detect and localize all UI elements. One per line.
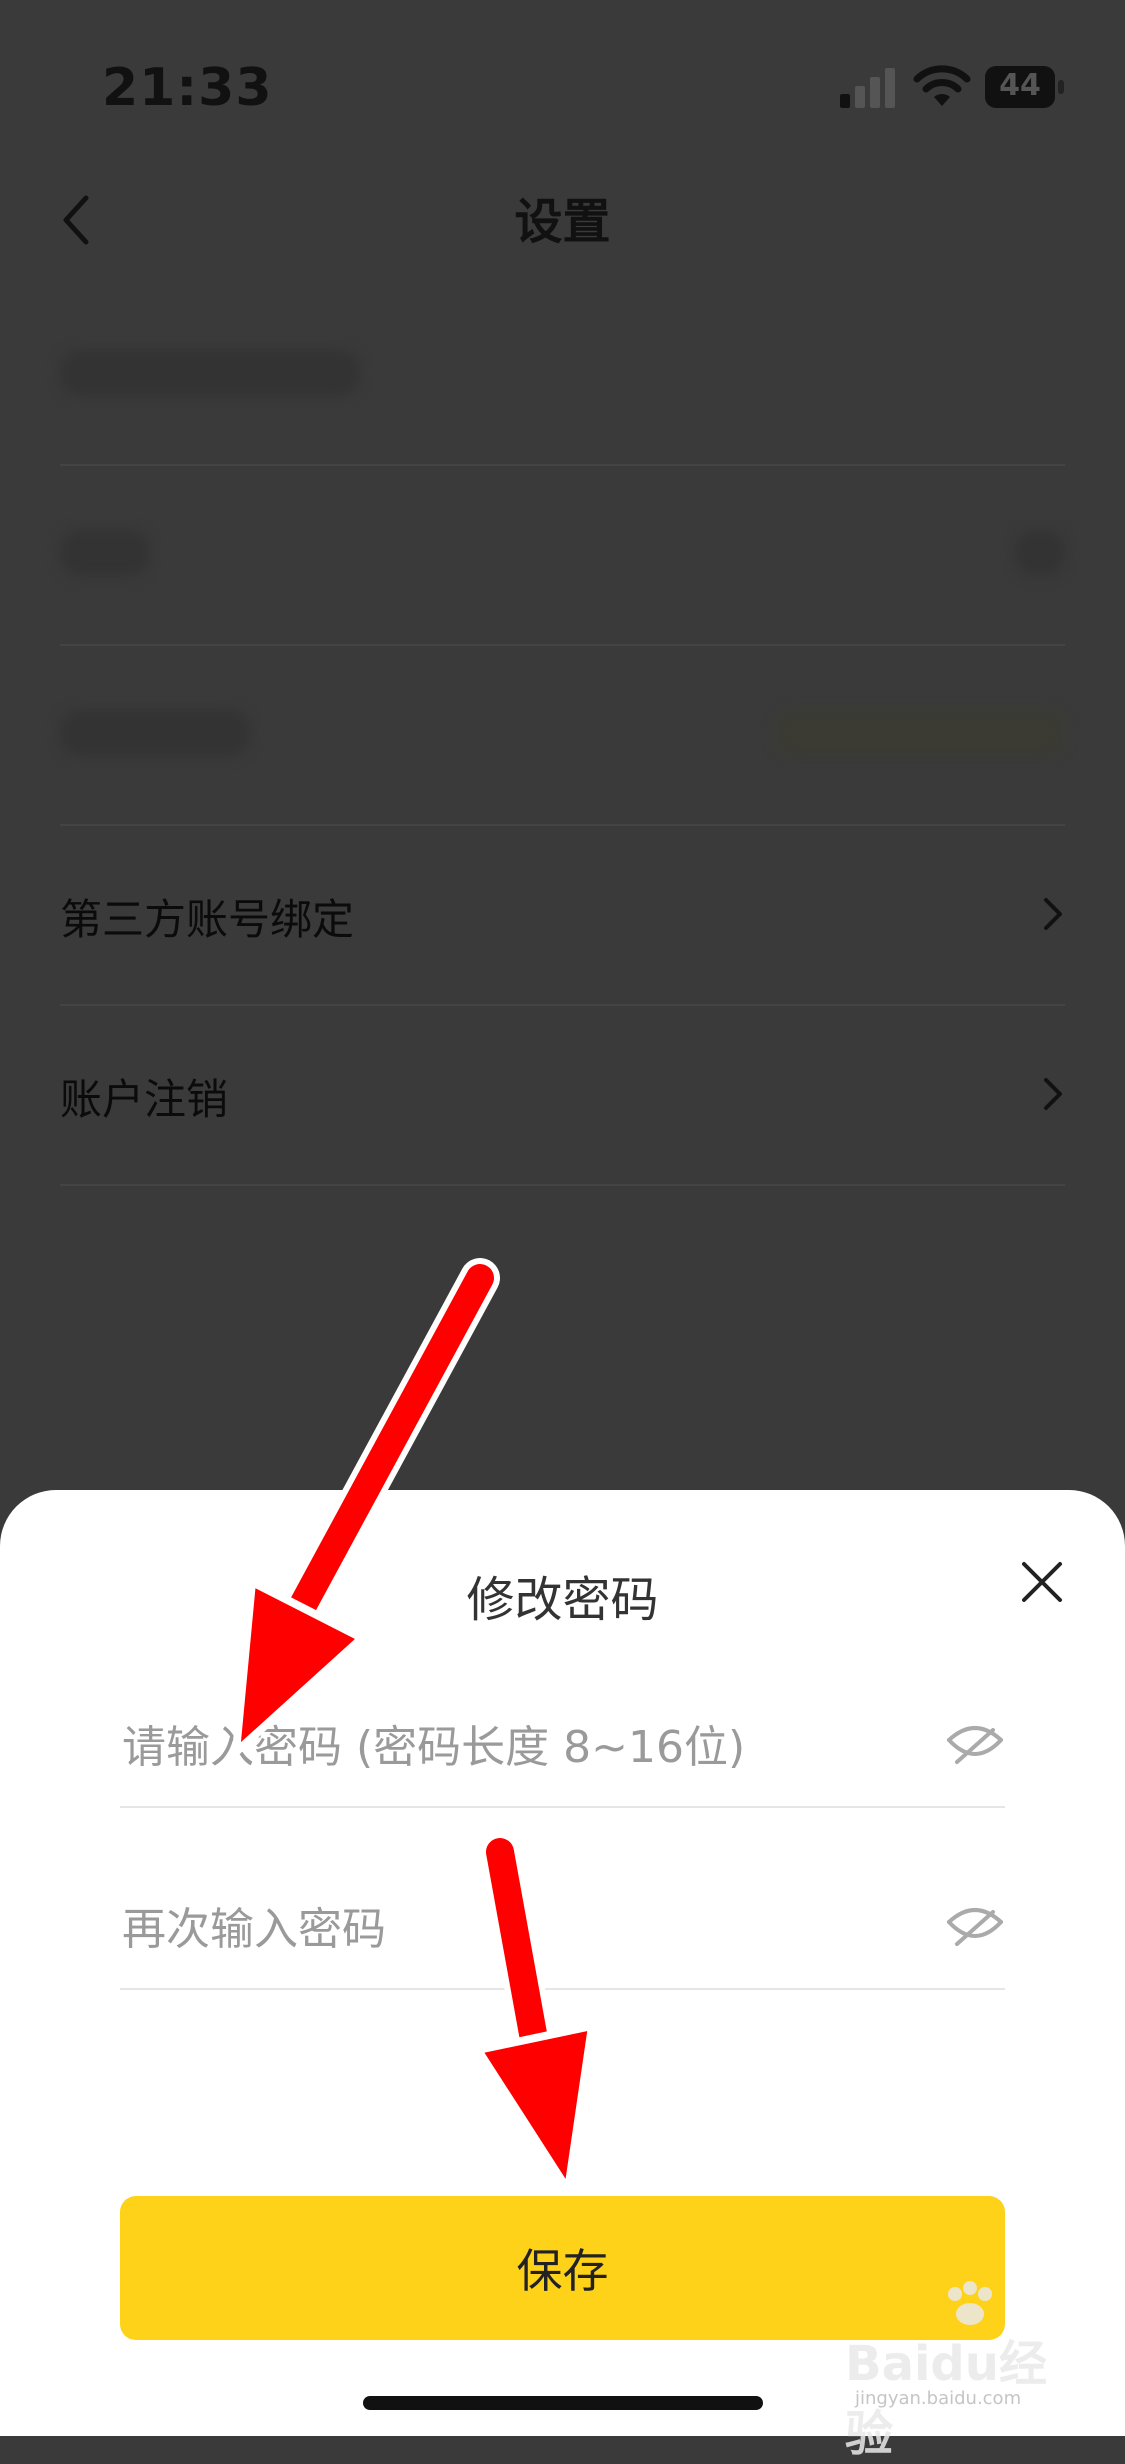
page-title: 设置	[514, 194, 611, 250]
sheet-title: 修改密码	[466, 1572, 659, 1628]
home-indicator	[363, 2396, 763, 2410]
paw-logo-icon	[948, 2281, 992, 2325]
cellular-signal-icon	[840, 68, 895, 108]
settings-row-label: 账户注销	[60, 1075, 229, 1124]
baidu-watermark: Baidu经验 jingyan.baidu.com	[845, 2280, 1085, 2462]
settings-row-blurred[interactable]	[60, 464, 1065, 646]
settings-row-label: 第三方账号绑定	[60, 895, 355, 944]
confirm-password-field	[120, 1868, 1005, 1990]
blurred-content	[60, 350, 360, 396]
chevron-right-icon	[1044, 1078, 1062, 1110]
settings-row-blurred[interactable]	[60, 644, 1065, 826]
password-field	[120, 1686, 1005, 1808]
status-bar: 21:33 44	[0, 0, 1125, 170]
settings-row-blurred[interactable]	[60, 284, 1065, 466]
close-icon[interactable]	[1016, 1556, 1068, 1608]
wifi-icon	[913, 65, 971, 106]
eye-off-icon[interactable]	[945, 1722, 1005, 1772]
eye-off-icon[interactable]	[945, 1904, 1005, 1954]
blurred-content	[775, 710, 1065, 756]
settings-row-third-party-binding[interactable]: 第三方账号绑定	[60, 824, 1065, 1006]
blurred-content	[1015, 530, 1065, 576]
blurred-content	[60, 710, 250, 756]
blurred-content	[60, 530, 150, 576]
watermark-url: jingyan.baidu.com	[855, 2388, 1022, 2409]
password-input[interactable]	[120, 1706, 904, 1788]
status-time: 21:33	[102, 58, 273, 118]
battery-level: 44	[999, 68, 1041, 103]
app-screen: 21:33 44 设置 第三方账号绑定 账户注销 修改密码 保存 Baidu经验…	[0, 0, 1125, 2462]
settings-row-account-deletion[interactable]: 账户注销	[60, 1004, 1065, 1186]
battery-indicator: 44	[985, 66, 1067, 108]
chevron-right-icon	[1044, 898, 1062, 930]
confirm-password-input[interactable]	[120, 1888, 904, 1970]
